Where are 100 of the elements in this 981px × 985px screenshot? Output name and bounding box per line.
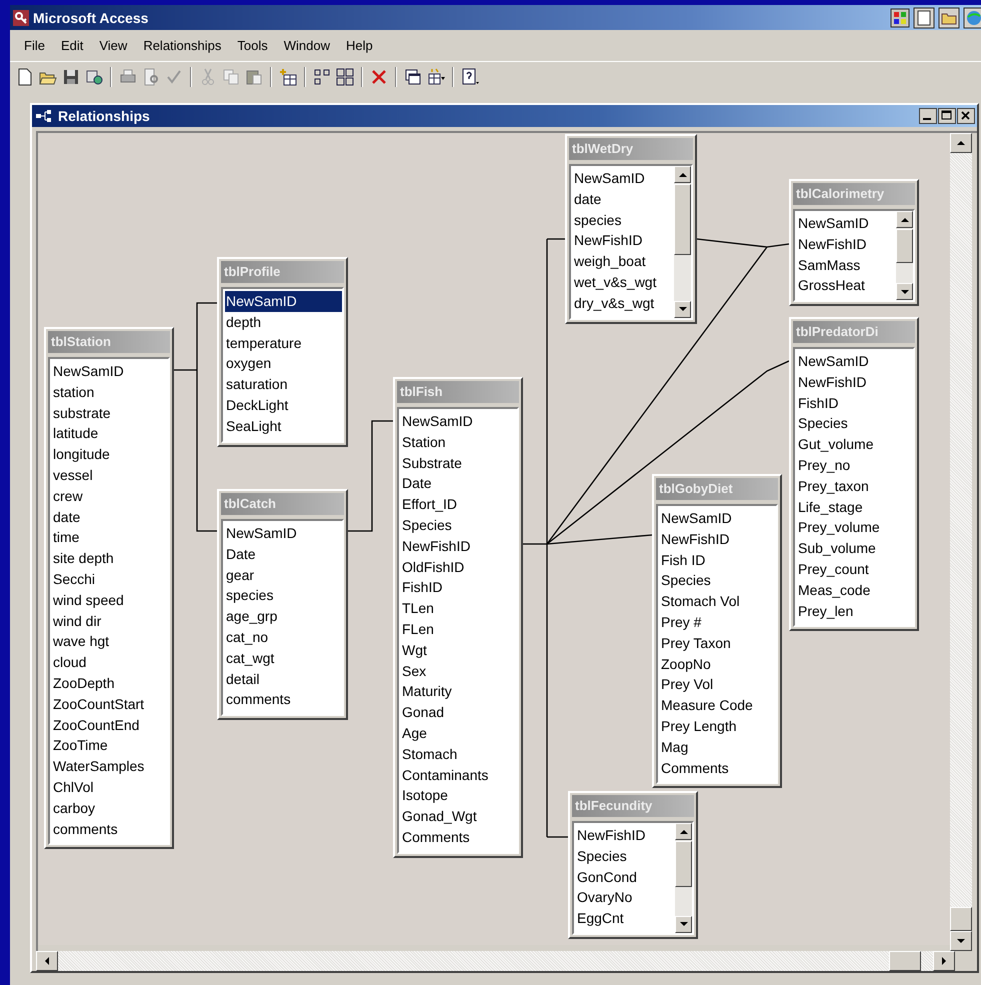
menu-item[interactable]: Edit xyxy=(52,36,92,55)
field-item[interactable]: Effort_ID xyxy=(401,494,517,515)
folder-icon[interactable] xyxy=(938,6,960,28)
field-item[interactable]: EggCnt xyxy=(576,908,675,929)
field-item[interactable]: ZooCountStart xyxy=(52,694,168,715)
field-item[interactable]: Station xyxy=(401,432,517,453)
help-icon[interactable] xyxy=(461,68,479,86)
menu-item[interactable]: Tools xyxy=(229,36,276,55)
field-item[interactable]: Fish ID xyxy=(660,550,776,570)
field-item[interactable]: NewSamID xyxy=(401,411,517,432)
field-item[interactable]: NewFishID xyxy=(797,372,913,393)
field-item[interactable]: Substrate xyxy=(401,452,517,474)
table-box[interactable]: tblCatch NewSamID Date gear species age_grp cat_no cat_wgt detail comments xyxy=(217,489,348,720)
document-icon[interactable] xyxy=(913,6,935,28)
field-item[interactable]: wave hgt xyxy=(52,631,168,652)
field-item[interactable]: Age xyxy=(401,722,517,744)
field-item[interactable]: Secchi xyxy=(52,568,168,590)
field-item[interactable]: oxygen xyxy=(225,353,342,374)
field-item[interactable]: FishID xyxy=(401,577,517,598)
field-item[interactable]: NewFishID xyxy=(401,536,517,557)
field-item[interactable]: Species xyxy=(797,413,913,434)
field-item[interactable]: temperature xyxy=(225,332,342,354)
scrollbar[interactable] xyxy=(675,823,692,933)
field-item[interactable]: date xyxy=(573,188,674,210)
field-item[interactable]: station xyxy=(52,382,168,403)
field-item[interactable]: Prey_taxon xyxy=(797,476,913,497)
all-relationships-icon[interactable] xyxy=(336,68,354,86)
field-item[interactable]: Species xyxy=(660,570,776,592)
field-item[interactable]: wind speed xyxy=(52,590,168,611)
field-item[interactable]: ZooTime xyxy=(52,735,168,756)
field-item[interactable]: Life_stage xyxy=(797,496,913,518)
field-item[interactable]: Date xyxy=(225,544,342,565)
table-box[interactable]: tblGobyDiet NewSamID NewFishID Fish ID Species Stomach Vol Prey # Prey Taxon ZoopNo Prey Vol Measure Code Prey Length Mag Comments xyxy=(652,474,782,788)
field-item[interactable]: OldFishID xyxy=(401,556,517,578)
paste-icon[interactable] xyxy=(245,68,263,86)
field-item[interactable]: Meas_code xyxy=(797,580,913,601)
field-item[interactable]: latitude xyxy=(52,423,168,444)
window-icon[interactable] xyxy=(404,68,422,86)
vertical-scrollbar[interactable] xyxy=(950,133,972,951)
field-item[interactable]: Sex xyxy=(401,660,517,682)
field-item[interactable]: Prey # xyxy=(660,612,776,633)
field-item[interactable]: Prey Vol xyxy=(660,674,776,696)
field-item[interactable]: Sub_volume xyxy=(797,538,913,559)
relationship-line[interactable] xyxy=(173,302,218,532)
field-item[interactable]: ZooDepth xyxy=(52,672,168,694)
field-item[interactable]: NewFishID xyxy=(573,230,674,252)
relationship-line[interactable] xyxy=(546,360,790,545)
menu-item[interactable]: Window xyxy=(276,36,338,55)
table-box[interactable]: tblProfile NewSamID depth temperature oxygen saturation DeckLight SeaLight xyxy=(217,257,348,447)
globe-icon[interactable] xyxy=(963,6,981,28)
field-item[interactable]: SamMass xyxy=(797,254,896,276)
field-item[interactable]: Wgt xyxy=(401,640,517,661)
table-box[interactable]: tblCalorimetry NewSamID NewFishID SamMass GrossHeat xyxy=(789,179,919,306)
field-item[interactable]: Measure Code xyxy=(660,695,776,716)
close-button[interactable] xyxy=(957,108,975,124)
field-item[interactable]: Prey_count xyxy=(797,558,913,580)
field-item[interactable]: cloud xyxy=(52,652,168,673)
field-item[interactable]: NewFishID xyxy=(797,234,896,255)
field-item[interactable]: longitude xyxy=(52,444,168,465)
field-item[interactable]: Stomach xyxy=(401,744,517,765)
save-icon[interactable] xyxy=(62,68,80,86)
direct-relationships-icon[interactable] xyxy=(313,68,331,86)
field-item[interactable]: TLen xyxy=(401,598,517,619)
table-box[interactable]: tblWetDry NewSamID date species NewFishID weigh_boat wet_v&s_wgt dry_v&s_wgt xyxy=(565,134,697,324)
field-item[interactable]: Species xyxy=(401,514,517,536)
field-item[interactable]: ZoopNo xyxy=(660,654,776,674)
field-item[interactable]: Prey_volume xyxy=(797,517,913,538)
table-box[interactable]: tblFish NewSamID Station Substrate Date Effort_ID Species NewFishID OldFishID FishID TLen FLen Wgt Sex Maturity Gonad Age Stomach Contaminants Isotope Gonad_Wgt Comments xyxy=(393,377,523,858)
field-item[interactable]: WaterSamples xyxy=(52,756,168,777)
field-item[interactable]: Comments xyxy=(401,826,517,848)
menu-item[interactable]: Help xyxy=(338,36,381,55)
scrollbar[interactable] xyxy=(674,166,691,318)
field-item[interactable]: wet_v&s_wgt xyxy=(573,272,674,293)
relationship-line[interactable] xyxy=(522,238,569,838)
field-item[interactable]: detail xyxy=(225,668,342,690)
field-item[interactable]: NewSamID xyxy=(660,508,776,529)
field-item[interactable]: Prey_len xyxy=(797,600,913,622)
field-item[interactable]: Mag xyxy=(660,736,776,758)
field-item[interactable]: NewSamID xyxy=(797,351,913,372)
field-item[interactable]: FLen xyxy=(401,618,517,640)
minimize-button[interactable] xyxy=(919,108,937,124)
field-item[interactable]: species xyxy=(225,585,342,606)
field-item[interactable]: time xyxy=(52,527,168,548)
field-item[interactable]: wind dir xyxy=(52,610,168,632)
field-item[interactable]: FishID xyxy=(797,392,913,414)
new-object-icon[interactable] xyxy=(427,68,445,86)
field-item[interactable]: Gut_volume xyxy=(797,434,913,455)
field-item[interactable]: Prey Length xyxy=(660,716,776,737)
field-item[interactable]: Maturity xyxy=(401,681,517,702)
field-item[interactable]: gear xyxy=(225,564,342,586)
horizontal-scrollbar[interactable] xyxy=(36,951,977,971)
field-item[interactable]: date xyxy=(52,506,168,528)
relationship-line[interactable] xyxy=(546,534,652,545)
tray-icon[interactable] xyxy=(890,8,910,28)
field-item[interactable]: NewSamID xyxy=(225,291,342,312)
field-item[interactable]: Gonad xyxy=(401,702,517,723)
table-box[interactable]: tblPredatorDi NewSamID NewFishID FishID Species Gut_volume Prey_no Prey_taxon Life_stage Prey_volume Sub_volume Prey_count Meas_code Prey_len xyxy=(789,317,919,632)
field-item[interactable]: Stomach Vol xyxy=(660,591,776,612)
menu-item[interactable]: File xyxy=(16,36,53,55)
field-item[interactable]: comments xyxy=(52,818,168,840)
